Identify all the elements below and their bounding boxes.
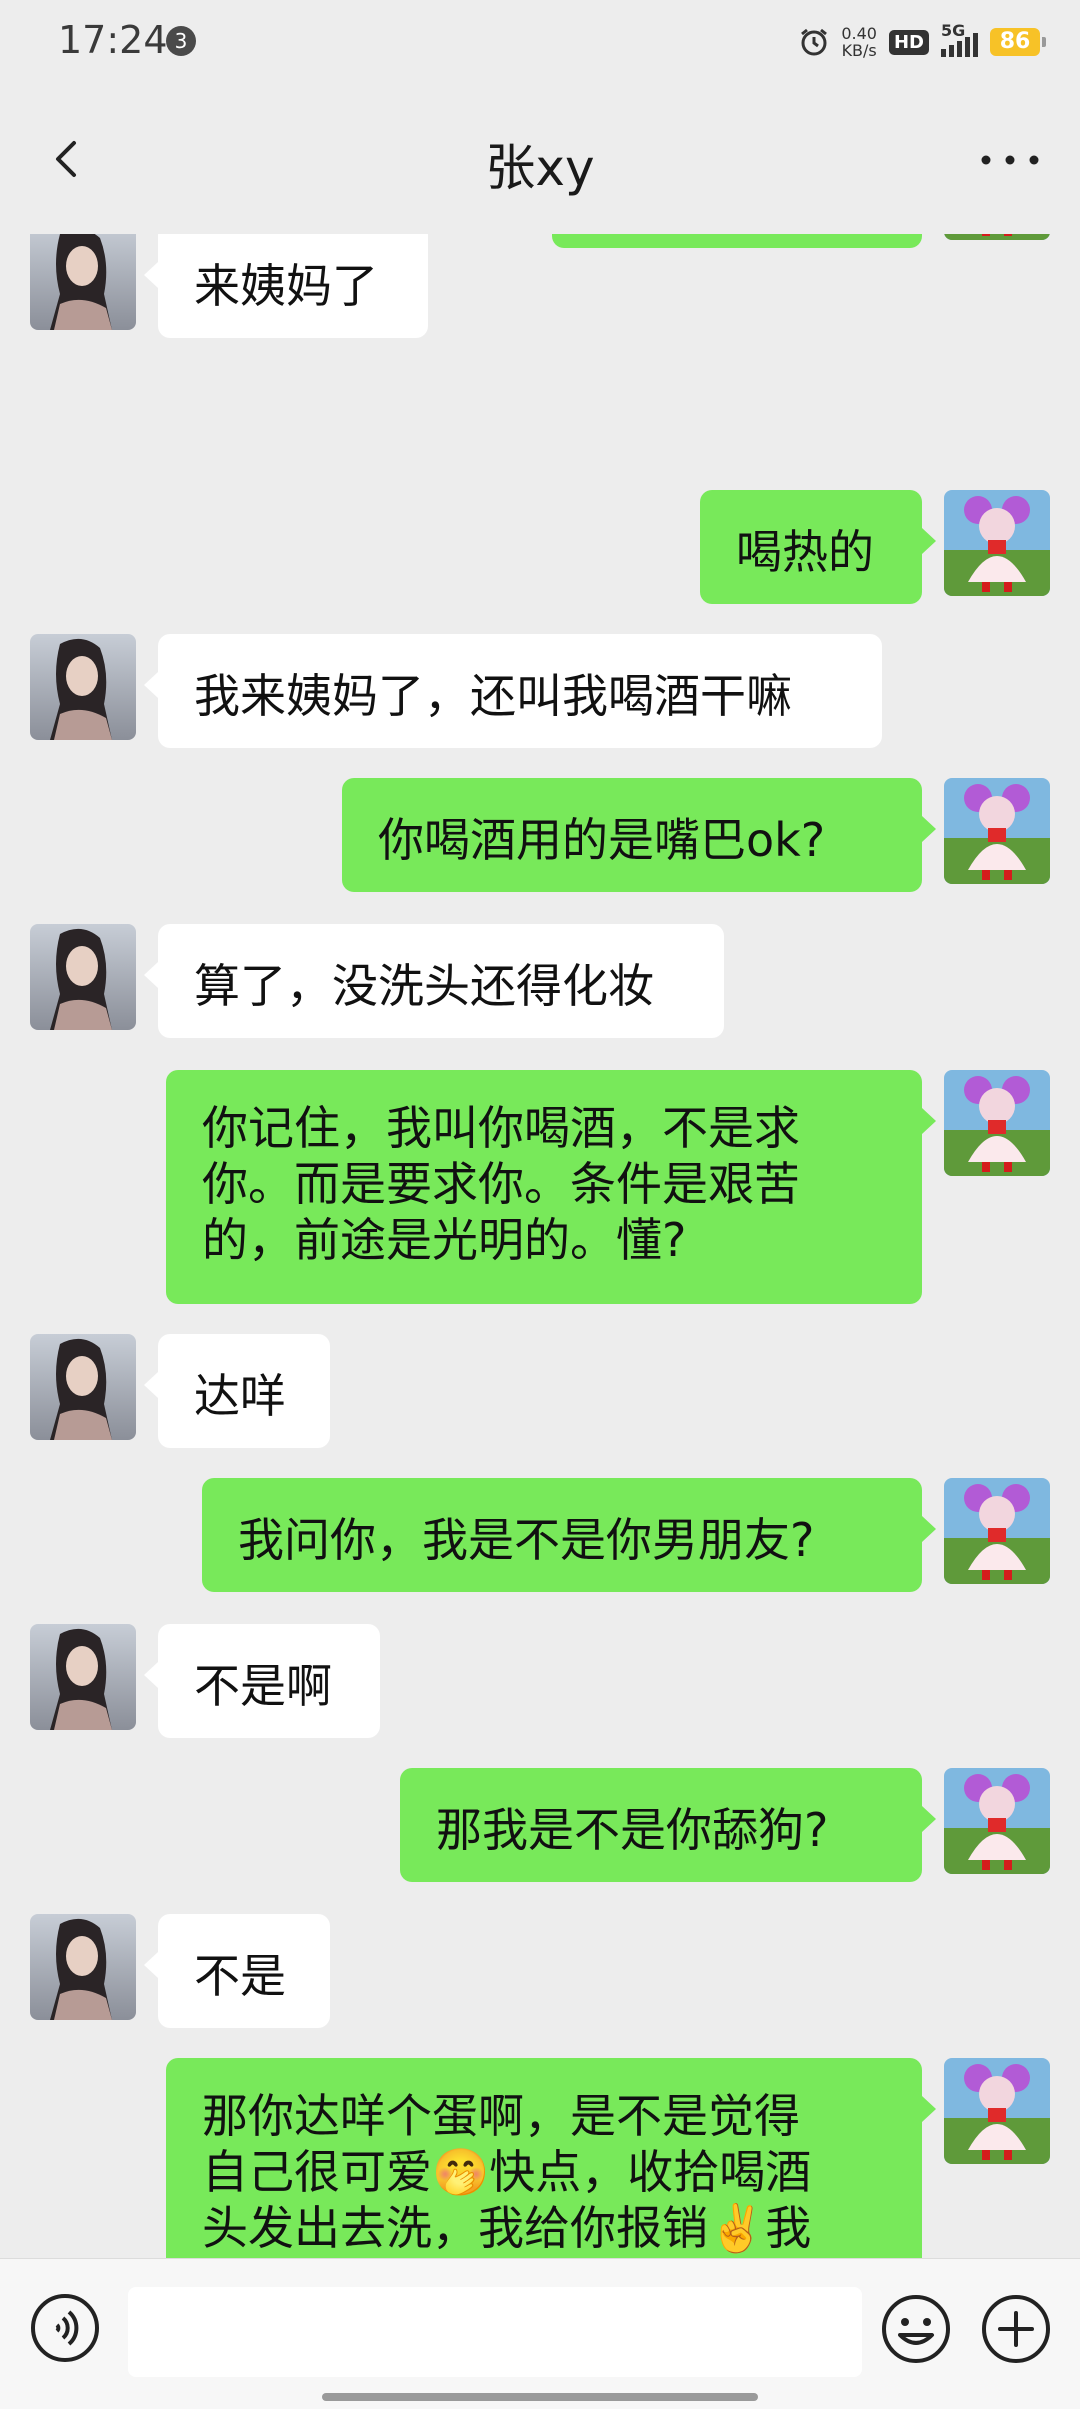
my-avatar[interactable] xyxy=(944,1768,1050,1874)
message-input[interactable] xyxy=(128,2287,862,2377)
message-bubble[interactable]: 算了，没洗头还得化妆 xyxy=(144,924,724,1038)
contact-avatar[interactable] xyxy=(30,1914,136,2020)
message-text: 你记住，我叫你喝酒，不是求 xyxy=(202,1101,800,1155)
incoming-message: 不是 xyxy=(0,1914,1080,2028)
message-bubble[interactable]: 来姨妈了 xyxy=(144,234,428,338)
outgoing-message: 那我是不是你舔狗? xyxy=(0,1768,1080,1882)
outgoing-message: 我问你，我是不是你男朋友? xyxy=(0,1478,1080,1592)
battery-indicator: 86 xyxy=(990,28,1046,56)
incoming-message: 达咩 xyxy=(0,1334,1080,1448)
message-text: 不是 xyxy=(194,1949,286,2003)
network-speed: 0.40 KB/s xyxy=(841,25,877,59)
message-bubble[interactable]: 那我是不是你舔狗? xyxy=(400,1768,936,1882)
network-speed-value: 0.40 xyxy=(841,24,877,43)
message-bubble[interactable]: 那你达咩个蛋啊，是不是觉得 自己很可爱🤭快点，收拾喝酒 头发出去洗，我给你报销✌️我 xyxy=(166,2058,936,2258)
message-bubble[interactable]: 不是啊 xyxy=(144,1624,380,1738)
message-text: 自己很可爱🤭快点，收拾喝酒 xyxy=(202,2145,812,2199)
outgoing-message: 你记住，我叫你喝酒，不是求 你。而是要求你。条件是艰苦 的，前途是光明的。懂? xyxy=(0,1070,1080,1304)
voice-input-icon[interactable] xyxy=(30,2293,100,2363)
contact-avatar[interactable] xyxy=(30,234,136,330)
message-text: 喝热的 xyxy=(736,525,874,579)
status-bar: 17:24 3 0.40 KB/s HD 5G 86 xyxy=(0,0,1080,84)
add-attachment-icon[interactable] xyxy=(980,2293,1052,2365)
my-avatar[interactable] xyxy=(944,490,1050,596)
network-speed-unit: KB/s xyxy=(841,41,877,60)
message-bubble[interactable]: 我来姨妈了，还叫我喝酒干嘛 xyxy=(144,634,882,748)
outgoing-message: 那你达咩个蛋啊，是不是觉得 自己很可爱🤭快点，收拾喝酒 头发出去洗，我给你报销✌️我 xyxy=(0,2058,1080,2258)
message-text: 你喝酒用的是嘴巴ok? xyxy=(378,813,826,867)
message-bubble[interactable]: 不是 xyxy=(144,1914,330,2028)
chat-title: 张xy xyxy=(485,139,595,197)
contact-avatar[interactable] xyxy=(30,1334,136,1440)
incoming-message: 来姨妈了 xyxy=(0,234,1080,338)
message-text: 那你达咩个蛋啊，是不是觉得 xyxy=(202,2089,800,2143)
message-text: 算了，没洗头还得化妆 xyxy=(194,959,654,1013)
incoming-message: 不是啊 xyxy=(0,1624,1080,1738)
incoming-message: 我来姨妈了，还叫我喝酒干嘛 xyxy=(0,634,1080,748)
my-avatar[interactable] xyxy=(944,1070,1050,1176)
chat-header: 张xy xyxy=(0,84,1080,234)
alarm-icon xyxy=(801,28,828,56)
contact-avatar[interactable] xyxy=(30,1624,136,1730)
more-options-icon[interactable] xyxy=(972,132,1048,188)
message-bubble[interactable]: 达咩 xyxy=(144,1334,330,1448)
my-avatar[interactable] xyxy=(944,1478,1050,1584)
my-avatar[interactable] xyxy=(944,778,1050,884)
message-text: 头发出去洗，我给你报销✌️我 xyxy=(202,2201,812,2255)
message-text: 达咩 xyxy=(194,1369,286,1423)
home-indicator[interactable] xyxy=(322,2393,758,2401)
network-type: 5G xyxy=(941,21,966,40)
message-text: 的，前途是光明的。懂? xyxy=(202,1213,687,1267)
emoji-icon[interactable] xyxy=(880,2293,952,2365)
message-bubble[interactable]: 你喝酒用的是嘴巴ok? xyxy=(342,778,936,892)
hd-badge: HD xyxy=(888,29,929,55)
message-text: 我问你，我是不是你男朋友? xyxy=(238,1513,815,1567)
message-text: 不是啊 xyxy=(194,1659,332,1713)
message-text: 来姨妈了 xyxy=(194,259,378,313)
my-avatar[interactable] xyxy=(944,2058,1050,2164)
contact-avatar[interactable] xyxy=(30,924,136,1030)
message-bubble[interactable]: 我问你，我是不是你男朋友? xyxy=(202,1478,936,1592)
notification-count-badge: 3 xyxy=(166,26,196,56)
message-list[interactable]: 晚上出来喝酒来姨妈了喝热的我来姨妈了，还叫我喝酒干嘛你喝酒用的是嘴巴ok?算了，… xyxy=(0,234,1080,2258)
outgoing-message: 喝热的 xyxy=(0,490,1080,604)
signal-icon: 5G xyxy=(941,21,978,57)
message-text: 你。而是要求你。条件是艰苦 xyxy=(202,1157,800,1211)
message-bubble[interactable]: 喝热的 xyxy=(700,490,936,604)
incoming-message: 算了，没洗头还得化妆 xyxy=(0,924,1080,1038)
message-text: 那我是不是你舔狗? xyxy=(436,1803,829,1857)
status-time: 17:24 xyxy=(58,18,168,62)
input-bar xyxy=(0,2258,1080,2409)
message-bubble[interactable]: 你记住，我叫你喝酒，不是求 你。而是要求你。条件是艰苦 的，前途是光明的。懂? xyxy=(166,1070,936,1304)
status-icons: 0.40 KB/s HD 5G 86 xyxy=(799,20,1046,64)
outgoing-message: 你喝酒用的是嘴巴ok? xyxy=(0,778,1080,892)
message-text: 我来姨妈了，还叫我喝酒干嘛 xyxy=(194,669,792,723)
contact-avatar[interactable] xyxy=(30,634,136,740)
